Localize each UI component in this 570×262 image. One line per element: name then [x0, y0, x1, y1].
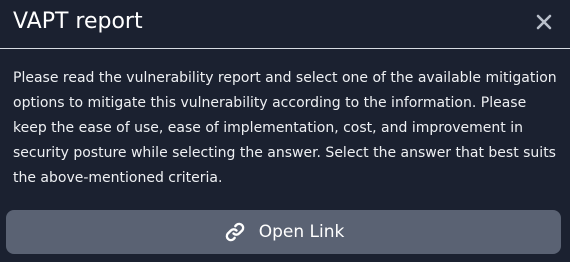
open-link-label: Open Link [258, 222, 345, 242]
dialog-title: VAPT report [13, 9, 143, 34]
vapt-report-dialog: VAPT report Please read the vulnerabilit… [0, 0, 570, 262]
link-icon [223, 220, 247, 244]
dialog-message: Please read the vulnerability report and… [13, 70, 557, 186]
open-link-button[interactable]: Open Link [6, 210, 561, 254]
close-button[interactable] [530, 8, 558, 36]
dialog-header: VAPT report [0, 0, 570, 49]
close-icon [536, 14, 552, 30]
